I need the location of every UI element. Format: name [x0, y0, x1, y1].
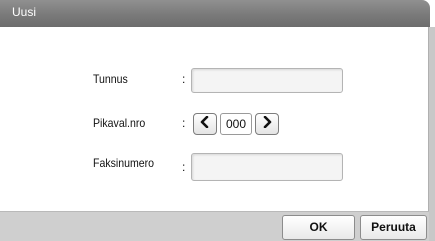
ok-button[interactable]: OK — [282, 215, 355, 240]
title-bar: Uusi — [0, 0, 430, 27]
button-bar: OK Peruuta — [0, 211, 429, 241]
fax-colon: : — [182, 160, 186, 174]
speed-dial-colon: : — [182, 116, 186, 130]
dialog-title: Uusi — [12, 5, 37, 19]
new-entry-dialog: Uusi Tunnus : Pikaval.nro : 000 Faksinum… — [0, 0, 435, 241]
speed-dial-label: Pikaval.nro — [93, 116, 146, 130]
fax-label: Faksinumero — [93, 156, 155, 170]
chevron-right-icon — [262, 115, 272, 133]
speed-dial-increment-button[interactable] — [255, 113, 279, 135]
id-input[interactable] — [191, 68, 343, 93]
id-label: Tunnus — [93, 72, 128, 86]
speed-dial-decrement-button[interactable] — [193, 113, 217, 135]
speed-dial-value[interactable]: 000 — [220, 113, 252, 135]
chevron-left-icon — [200, 115, 210, 133]
window-edge — [428, 27, 435, 241]
cancel-button[interactable]: Peruuta — [360, 215, 427, 240]
id-colon: : — [182, 72, 186, 86]
fax-number-input[interactable] — [191, 153, 343, 181]
